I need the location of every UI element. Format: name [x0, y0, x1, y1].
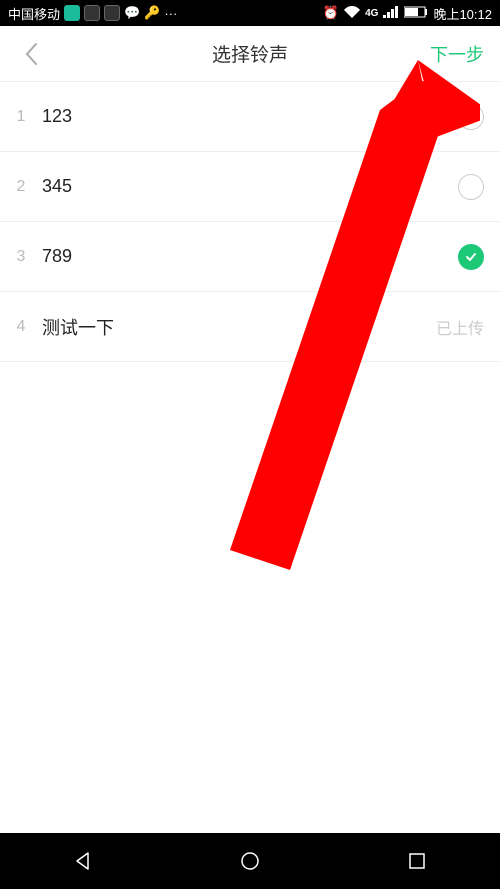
- list-item[interactable]: 2 345: [0, 152, 500, 222]
- network-label: 4G: [365, 8, 378, 19]
- item-index: 4: [0, 318, 42, 336]
- item-label: 测试一下: [42, 314, 436, 340]
- nav-recent-button[interactable]: [387, 841, 447, 881]
- wifi-icon: [344, 6, 360, 21]
- item-label: 789: [42, 246, 458, 267]
- item-label: 123: [42, 106, 458, 127]
- status-right: ⏰ 4G 晚上10:12: [323, 4, 492, 23]
- radio-checked-icon[interactable]: [458, 244, 484, 270]
- square-recent-icon: [407, 851, 427, 871]
- alarm-icon: ⏰: [323, 5, 339, 21]
- signal-icon: [383, 6, 399, 21]
- check-icon: [464, 250, 478, 264]
- ringtone-list: 1 123 2 345 3 789 4 测试一下 已上传: [0, 82, 500, 362]
- back-button[interactable]: [16, 39, 46, 69]
- radio-unchecked-icon[interactable]: [458, 104, 484, 130]
- chevron-left-icon: [24, 42, 38, 66]
- time-label: 晚上10:12: [433, 4, 492, 23]
- item-label: 345: [42, 176, 458, 197]
- app-icon-2: [84, 5, 100, 21]
- item-status: 已上传: [436, 315, 484, 339]
- app-header: 选择铃声 下一步: [0, 26, 500, 82]
- system-nav-bar: [0, 833, 500, 889]
- list-item[interactable]: 3 789: [0, 222, 500, 292]
- triangle-back-icon: [72, 850, 94, 872]
- battery-icon: [404, 6, 428, 21]
- list-item[interactable]: 4 测试一下 已上传: [0, 292, 500, 362]
- nav-back-button[interactable]: [53, 841, 113, 881]
- nav-home-button[interactable]: [220, 841, 280, 881]
- page-title: 选择铃声: [212, 40, 288, 67]
- item-index: 2: [0, 178, 42, 196]
- list-item[interactable]: 1 123: [0, 82, 500, 152]
- status-bar: 中国移动 💬 🔑 ··· ⏰ 4G 晚上10:12: [0, 0, 500, 26]
- status-left: 中国移动 💬 🔑 ···: [8, 4, 177, 23]
- carrier-label: 中国移动: [8, 4, 60, 23]
- radio-unchecked-icon[interactable]: [458, 174, 484, 200]
- next-button[interactable]: 下一步: [430, 41, 484, 67]
- circle-home-icon: [239, 850, 261, 872]
- app-icon-1: [64, 5, 80, 21]
- app-icon-3: [104, 5, 120, 21]
- more-icon: ···: [164, 6, 177, 21]
- key-icon: 🔑: [144, 5, 160, 21]
- item-index: 1: [0, 108, 42, 126]
- notification-icon: 💬: [124, 5, 140, 21]
- item-index: 3: [0, 248, 42, 266]
